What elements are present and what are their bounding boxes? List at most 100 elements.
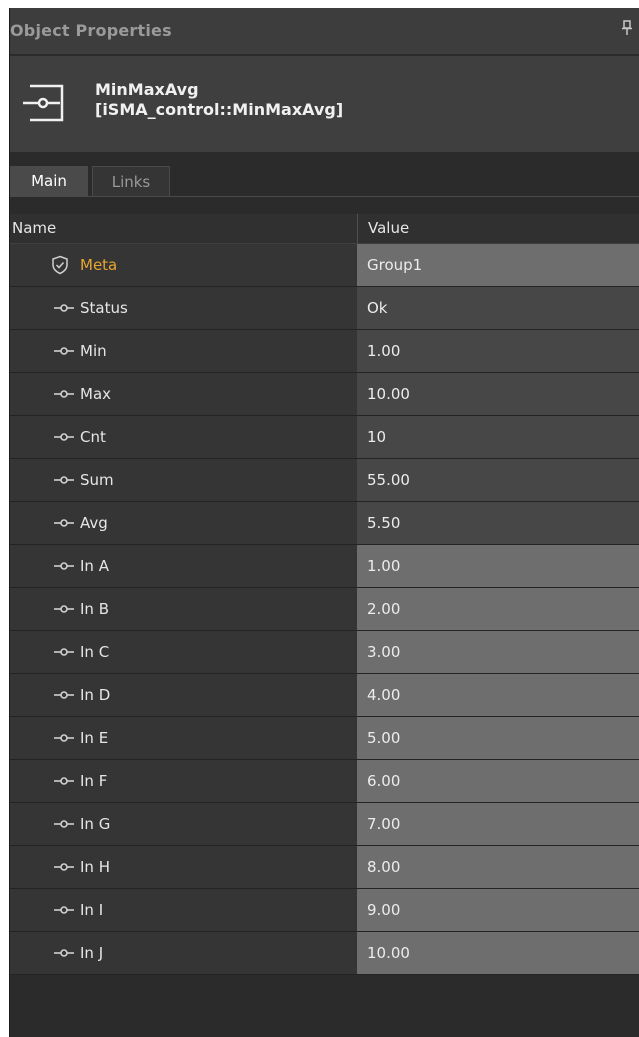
property-name-cell: In G [10,803,357,845]
object-type: [iSMA_control::MinMaxAvg] [95,100,344,119]
property-value[interactable]: 10.00 [357,373,639,415]
slot-icon [52,427,76,447]
property-label: In G [80,815,111,833]
tab-links[interactable]: Links [92,166,170,196]
slot-icon [52,857,76,877]
property-label: In F [80,772,108,790]
property-label: In C [80,643,110,661]
property-name-cell: In A [10,545,357,587]
property-name-cell: Status [10,287,357,329]
property-row[interactable]: In B 2.00 [10,588,639,631]
property-row[interactable]: In A 1.00 [10,545,639,588]
property-value[interactable]: Ok [357,287,639,329]
slot-icon [52,814,76,834]
property-value[interactable]: 8.00 [357,846,639,888]
property-label: In A [80,557,109,575]
property-row[interactable]: In I 9.00 [10,889,639,932]
panel-title: Object Properties [10,21,172,40]
property-value[interactable]: 9.00 [357,889,639,931]
object-name: MinMaxAvg [95,80,199,99]
property-name-cell: In E [10,717,357,759]
property-label: In E [80,729,109,747]
property-row[interactable]: In F 6.00 [10,760,639,803]
property-value[interactable]: 6.00 [357,760,639,802]
slot-icon [52,728,76,748]
property-value[interactable]: 1.00 [357,545,639,587]
header-spacer [10,152,639,166]
property-row[interactable]: Cnt 10 [10,416,639,459]
property-value[interactable]: 2.00 [357,588,639,630]
slot-icon [52,298,76,318]
property-grid: Name Value Meta Group1 Status Ok Min 1.00 Max 1… [10,214,639,975]
property-rows: Meta Group1 Status Ok Min 1.00 Max 10.00 Cnt 10 Su… [10,244,639,975]
shield-icon [48,255,72,275]
property-label: Sum [80,471,114,489]
property-label: Avg [80,514,108,532]
property-value[interactable]: 7.00 [357,803,639,845]
property-row[interactable]: Max 10.00 [10,373,639,416]
property-label: In B [80,600,109,618]
property-value[interactable]: 1.00 [357,330,639,372]
property-label: Meta [80,256,118,274]
panel-title-bar: Object Properties [10,8,639,54]
property-name-cell: In H [10,846,357,888]
property-label: In H [80,858,110,876]
property-name-cell: In D [10,674,357,716]
property-name-cell: In F [10,760,357,802]
component-icon [22,82,66,124]
property-value[interactable]: 4.00 [357,674,639,716]
property-name-cell: Max [10,373,357,415]
property-row[interactable]: In J 10.00 [10,932,639,975]
property-value[interactable]: 10.00 [357,932,639,974]
property-row[interactable]: In D 4.00 [10,674,639,717]
property-name-cell: Cnt [10,416,357,458]
grid-header: Name Value [10,214,639,244]
property-label: Cnt [80,428,106,446]
property-name-cell: Avg [10,502,357,544]
property-row[interactable]: Avg 5.50 [10,502,639,545]
property-row[interactable]: Min 1.00 [10,330,639,373]
property-value[interactable]: Group1 [357,244,639,286]
property-row[interactable]: In E 5.00 [10,717,639,760]
property-name-cell: Sum [10,459,357,501]
property-value[interactable]: 3.00 [357,631,639,673]
property-row[interactable]: Meta Group1 [10,244,639,287]
property-value[interactable]: 55.00 [357,459,639,501]
property-label: Max [80,385,112,403]
property-value[interactable]: 5.00 [357,717,639,759]
slot-icon [52,900,76,920]
property-row[interactable]: Sum 55.00 [10,459,639,502]
property-label: Min [80,342,107,360]
property-label: Status [80,299,128,317]
object-properties-panel: Object Properties MinMaxAvg [iSMA_contro… [9,8,639,1037]
column-header-name[interactable]: Name [12,214,56,243]
pin-icon[interactable] [621,20,633,36]
slot-icon [52,384,76,404]
column-header-value[interactable]: Value [357,214,639,243]
slot-icon [52,771,76,791]
property-label: In I [80,901,104,919]
property-row[interactable]: Status Ok [10,287,639,330]
slot-icon [52,685,76,705]
property-name-cell: In J [10,932,357,974]
property-value[interactable]: 5.50 [357,502,639,544]
tab-main[interactable]: Main [10,166,88,196]
property-name-cell: In I [10,889,357,931]
property-name-cell: In B [10,588,357,630]
property-name-cell: Meta [10,244,357,286]
property-label: In J [80,944,104,962]
property-row[interactable]: In H 8.00 [10,846,639,889]
slot-icon [52,513,76,533]
tab-bar: Main Links [10,166,639,197]
property-row[interactable]: In G 7.00 [10,803,639,846]
property-row[interactable]: In C 3.00 [10,631,639,674]
property-name-cell: Min [10,330,357,372]
slot-icon [52,470,76,490]
property-name-cell: In C [10,631,357,673]
slot-icon [52,642,76,662]
property-value[interactable]: 10 [357,416,639,458]
slot-icon [52,943,76,963]
slot-icon [52,556,76,576]
object-header: MinMaxAvg [iSMA_control::MinMaxAvg] [10,54,639,152]
slot-icon [52,341,76,361]
